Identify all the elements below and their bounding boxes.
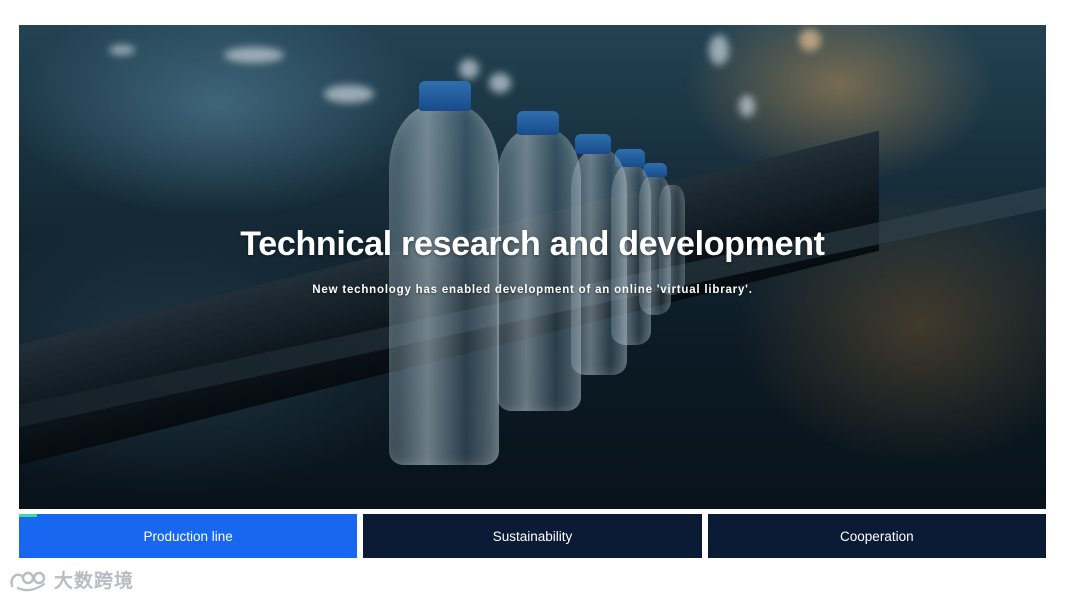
section-tabs: Production line Sustainability Cooperati… <box>19 514 1046 558</box>
tab-sustainability[interactable]: Sustainability <box>363 514 702 558</box>
hero-subtitle: New technology has enabled development o… <box>312 284 753 296</box>
hero-banner: Technical research and development New t… <box>19 25 1046 509</box>
active-tab-indicator <box>19 514 37 517</box>
tab-label: Cooperation <box>840 528 914 544</box>
hero-title: Technical research and development <box>240 225 825 263</box>
tab-cooperation[interactable]: Cooperation <box>707 514 1046 558</box>
tab-label: Sustainability <box>492 528 573 544</box>
hero-overlay <box>19 25 1046 509</box>
brand-logo-icon <box>10 571 46 591</box>
watermark: 大数跨境 <box>8 566 134 593</box>
tab-label: Production line <box>143 528 233 544</box>
tab-production-line[interactable]: Production line <box>19 514 358 558</box>
watermark-text: 大数跨境 <box>54 571 135 592</box>
